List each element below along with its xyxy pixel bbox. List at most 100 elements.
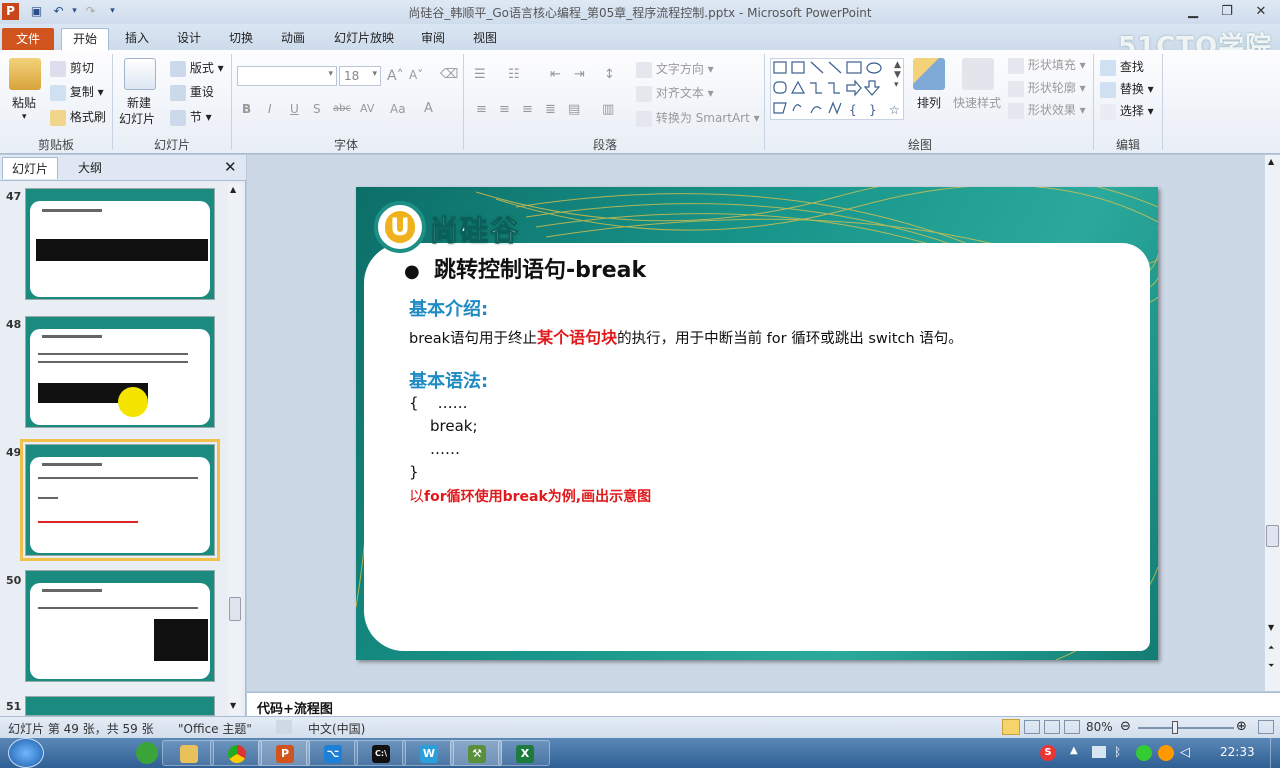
powerpoint-app-icon[interactable]: P [2, 3, 19, 20]
scroll-up-icon[interactable]: ▲ [1268, 157, 1274, 166]
zoom-slider-thumb[interactable] [1172, 721, 1178, 734]
increase-indent-icon[interactable]: ⇥ [574, 67, 585, 82]
slideshow-view-icon[interactable] [1064, 720, 1080, 734]
footer-text[interactable]: 以for循环使用break为例,画出示意图 [409, 485, 651, 506]
taskbar-word-app[interactable]: W [402, 740, 454, 766]
intro-text[interactable]: break语句用于终止某个语句块的执行，用于中断当前 for 循环或跳出 swi… [409, 324, 963, 348]
clear-format-icon[interactable]: ⌫ [440, 67, 458, 82]
zoom-out-icon[interactable]: ⊖ [1120, 720, 1131, 734]
quick-styles-icon[interactable] [962, 58, 994, 90]
new-slide-icon[interactable] [124, 58, 156, 90]
align-text-row[interactable]: 对齐文本 ▾ [636, 84, 714, 102]
code-line-3[interactable]: …… [430, 440, 460, 458]
zoom-slider[interactable] [1138, 727, 1234, 729]
fit-to-window-icon[interactable] [1258, 720, 1274, 734]
new-slide-label[interactable]: 幻灯片 [119, 110, 155, 127]
current-slide[interactable]: U 尚硅谷 ● 跳转控制语句-break 基本介绍: break语句用于终止某个语… [356, 187, 1158, 660]
numbering-icon[interactable]: ☷ [508, 67, 520, 82]
code-line-2[interactable]: break; [430, 417, 478, 435]
theme-name[interactable]: "Office 主题" [178, 720, 252, 737]
font-color-icon[interactable]: A [424, 101, 433, 116]
format-painter-row[interactable]: 格式刷 [50, 108, 106, 126]
zoom-in-icon[interactable]: ⊕ [1236, 720, 1247, 734]
editor-scrollbar[interactable]: ▲ ▼ ⏶ ⏷ [1265, 155, 1280, 691]
align-right-icon[interactable]: ≡ [522, 102, 533, 117]
undo-icon[interactable]: ↶ [50, 3, 67, 20]
taskbar-chrome[interactable] [210, 740, 262, 766]
spell-check-icon[interactable] [276, 720, 292, 734]
arrange-button[interactable]: 排列 [917, 94, 941, 111]
sogou-ime-icon[interactable]: S [1040, 745, 1056, 761]
tray-app-icon[interactable] [1158, 745, 1174, 761]
undo-dropdown-icon[interactable]: ▾ [66, 3, 83, 20]
close-pane-icon[interactable]: ✕ [224, 158, 237, 176]
bold-button[interactable]: B [242, 102, 251, 116]
tab-home[interactable]: 开始 [61, 28, 109, 50]
code-line-1[interactable]: { …… [409, 394, 468, 412]
save-icon[interactable]: ▣ [28, 3, 45, 20]
tab-outline[interactable]: 大纲 [62, 157, 118, 179]
tab-animations[interactable]: 动画 [272, 28, 314, 50]
taskbar-powerpoint[interactable]: P [258, 740, 310, 766]
tab-slides[interactable]: 幻灯片 [2, 157, 58, 179]
bluetooth-icon[interactable]: ᛒ [1114, 745, 1121, 759]
taskbar-excel[interactable]: X [498, 740, 550, 766]
slide-thumbnail-48[interactable] [25, 316, 215, 428]
maximize-button[interactable]: ❐ [1212, 2, 1242, 22]
tab-file[interactable]: 文件 [2, 28, 54, 50]
language-status[interactable]: 中文(中国) [308, 720, 365, 737]
paste-dropdown-icon[interactable]: ▾ [22, 112, 27, 122]
start-button[interactable] [8, 738, 44, 768]
slide-thumbnail-49[interactable] [20, 439, 220, 561]
tray-app-icon[interactable] [1136, 745, 1152, 761]
thumbnails-scrollbar[interactable]: ▲ ▼ [228, 183, 242, 715]
replace-row[interactable]: 替换 ▾ [1100, 80, 1154, 98]
shape-effects-row[interactable]: 形状效果 ▾ [1008, 101, 1086, 119]
taskbar-tool[interactable]: ⚒ [450, 740, 502, 766]
copy-row[interactable]: 复制 ▾ [50, 83, 104, 101]
italic-button[interactable]: I [268, 102, 272, 116]
normal-view-icon[interactable] [1002, 719, 1020, 735]
tab-review[interactable]: 审阅 [412, 28, 454, 50]
section-row[interactable]: 节 ▾ [170, 108, 212, 126]
quick-styles-button[interactable]: 快速样式 [953, 94, 1001, 111]
taskbar-explorer[interactable] [162, 740, 214, 766]
arrange-icon[interactable] [913, 58, 945, 90]
justify-icon[interactable]: ≣ [545, 102, 556, 117]
slide-thumbnail-51[interactable] [25, 696, 215, 716]
select-row[interactable]: 选择 ▾ [1100, 102, 1154, 120]
tab-design[interactable]: 设计 [168, 28, 210, 50]
customize-quick-access-icon[interactable]: ▾ [104, 3, 121, 20]
align-left-icon[interactable]: ≡ [476, 102, 487, 117]
redo-icon[interactable]: ↷ [82, 3, 99, 20]
scroll-down-icon[interactable]: ▼ [1268, 623, 1274, 632]
gallery-scroll-icon[interactable]: ▲ ▼ ▾ [894, 60, 901, 90]
show-desktop-button[interactable] [1270, 738, 1280, 768]
reset-row[interactable]: 重设 [170, 83, 214, 101]
shrink-font-icon[interactable]: A˅ [409, 68, 423, 82]
notes-pane[interactable]: 代码+流程图 [247, 692, 1280, 717]
taskbar-vscode[interactable]: ⌥ [306, 740, 358, 766]
paste-icon[interactable] [9, 58, 41, 90]
network-icon[interactable] [1092, 746, 1106, 758]
volume-icon[interactable]: ◁ [1180, 745, 1190, 760]
tab-transitions[interactable]: 切换 [220, 28, 262, 50]
zoom-level[interactable]: 80% [1086, 720, 1113, 734]
clock[interactable]: 22:33 [1220, 745, 1255, 759]
line-spacing-icon[interactable]: ↕ [604, 67, 615, 82]
shape-outline-row[interactable]: 形状轮廓 ▾ [1008, 79, 1086, 97]
scroll-thumb[interactable] [229, 597, 241, 621]
slide-sorter-icon[interactable] [1024, 720, 1040, 734]
grow-font-icon[interactable]: A˄ [387, 68, 404, 84]
strikethrough-button[interactable]: abc [333, 103, 351, 114]
code-line-4[interactable]: } [409, 463, 419, 481]
char-spacing-button[interactable]: AV [360, 102, 374, 115]
tab-view[interactable]: 视图 [464, 28, 506, 50]
shape-fill-row[interactable]: 形状填充 ▾ [1008, 56, 1086, 74]
slide-title[interactable]: ● 跳转控制语句-break [404, 252, 646, 284]
cut-row[interactable]: 剪切 [50, 59, 94, 77]
shadow-button[interactable]: S [313, 102, 321, 116]
smartart-row[interactable]: 转换为 SmartArt ▾ [636, 109, 760, 127]
minimize-button[interactable]: ▁ [1178, 2, 1208, 22]
slide-thumbnail-47[interactable] [25, 188, 215, 300]
